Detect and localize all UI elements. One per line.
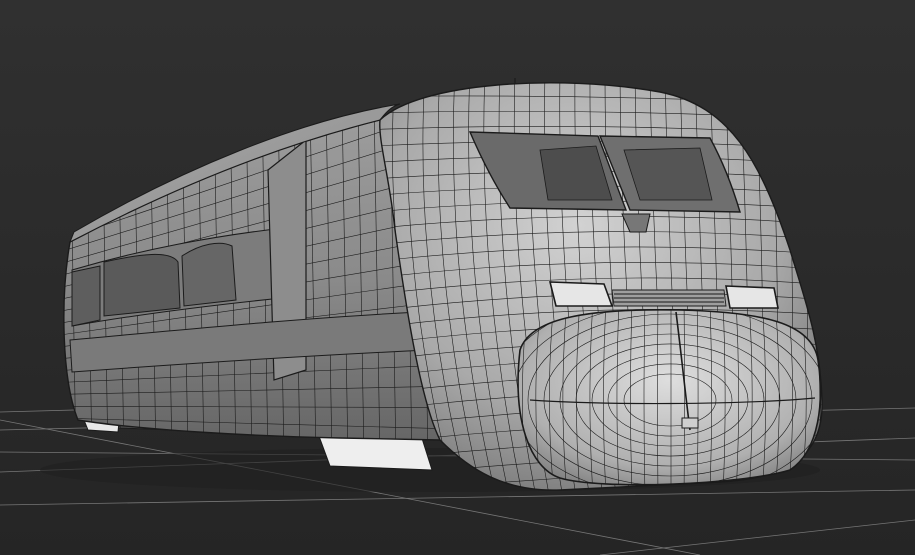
side-window: [181, 242, 237, 307]
headlight-right: [725, 285, 779, 309]
train-model-render[interactable]: [0, 0, 915, 555]
front-bumper: [517, 308, 822, 486]
3d-viewport[interactable]: [0, 0, 915, 555]
side-window: [71, 265, 101, 327]
side-window: [103, 254, 181, 317]
coupler-hatch: [681, 417, 699, 429]
front-grille: [611, 289, 727, 307]
headlight-left: [548, 281, 614, 307]
